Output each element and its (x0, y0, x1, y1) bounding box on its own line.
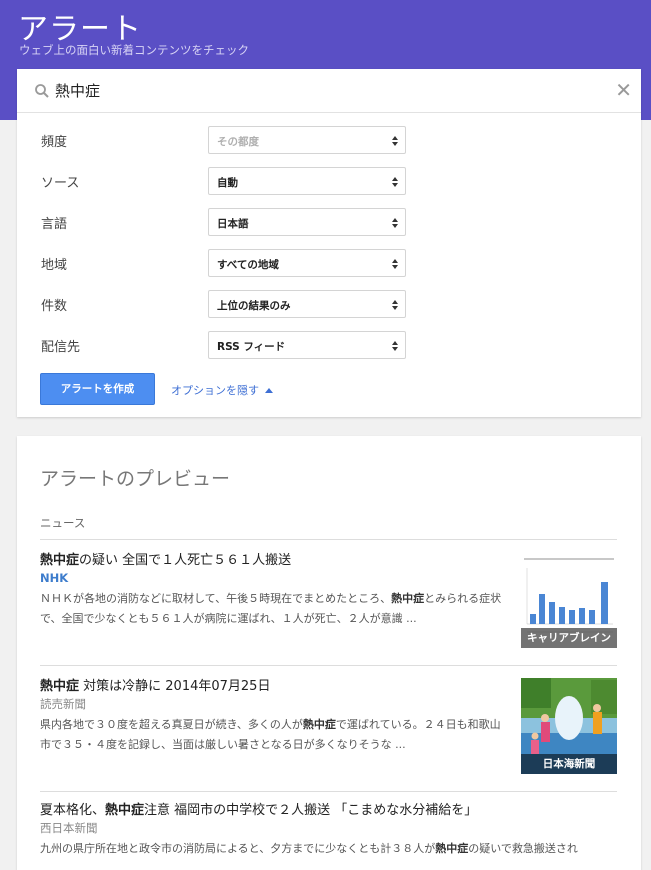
alert-settings-card: 熱中症 ✕ 頻度 その都度 ソース 自動 言語 日本語 地域 すべての地域 件数 (17, 69, 641, 417)
headline-text: 夏本格化、 (40, 803, 106, 818)
alert-preview-card: アラートのプレビュー ニュース 熱中症の疑い 全国で１人死亡５６１人搬送 NHK… (17, 436, 641, 870)
thumbnail-caption: キャリアブレイン (521, 628, 617, 648)
select-arrows-icon (392, 300, 398, 310)
app-subtitle: ウェブ上の面白い新着コンテンツをチェック (19, 43, 249, 57)
sources-label: ソース (41, 176, 80, 191)
close-icon[interactable]: ✕ (615, 78, 632, 102)
headline-keyword: 熱中症 (40, 679, 80, 694)
search-input[interactable]: 熱中症 (55, 80, 100, 101)
hide-options-label: オプションを隠す (171, 384, 259, 397)
news-snippet: 九州の県庁所在地と政令市の消防局によると、夕方までに少なくとも計３８人が熱中症の… (40, 839, 610, 859)
select-arrows-icon (392, 218, 398, 228)
frequency-value: その都度 (217, 136, 259, 148)
headline-text: の疑い 全国で１人死亡５６１人搬送 (79, 553, 292, 568)
language-select[interactable]: 日本語 (208, 208, 406, 236)
caret-up-icon (265, 388, 273, 393)
select-arrows-icon (392, 177, 398, 187)
news-item: 夏本格化、熱中症注意 福岡市の中学校で２人搬送 「こまめな水分補給を」 西日本新… (40, 802, 617, 859)
divider (40, 539, 617, 540)
snippet-text: 九州の県庁所在地と政令市の消防局によると、夕方までに少なくとも計３８人が (40, 842, 436, 855)
option-region: 地域 すべての地域 (17, 249, 641, 277)
count-select[interactable]: 上位の結果のみ (208, 290, 406, 318)
news-source: 西日本新聞 (40, 821, 98, 835)
option-frequency: 頻度 その都度 (17, 126, 641, 154)
select-arrows-icon (392, 341, 398, 351)
option-sources: ソース 自動 (17, 167, 641, 195)
count-label: 件数 (41, 299, 68, 314)
headline-keyword: 熱中症 (105, 803, 145, 818)
news-thumbnail[interactable]: 日本海新聞 (521, 678, 617, 774)
option-count: 件数 上位の結果のみ (17, 290, 641, 318)
option-deliver: 配信先 RSS フィード (17, 331, 641, 359)
search-icon (35, 84, 49, 98)
region-select[interactable]: すべての地域 (208, 249, 406, 277)
snippet-keyword: 熱中症 (435, 842, 469, 855)
preview-title: アラートのプレビュー (40, 468, 231, 490)
hide-options-link[interactable]: オプションを隠す (171, 382, 273, 398)
headline-text: 対策は冷静に 2014年07月25日 (79, 679, 271, 694)
count-value: 上位の結果のみ (217, 300, 291, 312)
option-language: 言語 日本語 (17, 208, 641, 236)
headline-keyword: 熱中症 (40, 553, 80, 568)
snippet-text: の疑いで救急搬送され (468, 842, 578, 855)
deliver-select[interactable]: RSS フィード (208, 331, 406, 359)
deliver-label: 配信先 (41, 340, 81, 355)
sources-select[interactable]: 自動 (208, 167, 406, 195)
snippet-text: ＮＨＫが各地の消防などに取材して、午後５時現在でまとめたところ、 (40, 592, 392, 605)
frequency-label: 頻度 (41, 135, 68, 150)
create-alert-button[interactable]: アラートを作成 (40, 373, 155, 405)
select-arrows-icon (392, 136, 398, 146)
news-thumbnail[interactable]: キャリアブレイン (521, 552, 617, 648)
snippet-keyword: 熱中症 (391, 592, 425, 605)
section-news-label: ニュース (40, 516, 86, 530)
snippet-keyword: 熱中症 (302, 718, 336, 731)
frequency-select[interactable]: その都度 (208, 126, 406, 154)
thumbnail-caption: 日本海新聞 (521, 754, 617, 774)
region-value: すべての地域 (217, 259, 279, 271)
select-arrows-icon (392, 259, 398, 269)
news-headline[interactable]: 夏本格化、熱中症注意 福岡市の中学校で２人搬送 「こまめな水分補給を」 (40, 802, 617, 820)
news-snippet: 県内各地で３０度を超える真夏日が続き、多くの人が熱中症で運ばれている。２４日も和… (40, 715, 510, 755)
search-bar[interactable]: 熱中症 ✕ (17, 69, 641, 113)
region-label: 地域 (41, 258, 68, 273)
sources-value: 自動 (217, 177, 238, 189)
divider (40, 791, 617, 792)
news-snippet: ＮＨＫが各地の消防などに取材して、午後５時現在でまとめたところ、熱中症とみられる… (40, 589, 510, 629)
snippet-text: 県内各地で３０度を超える真夏日が続き、多くの人が (40, 718, 303, 731)
divider (40, 665, 617, 666)
language-value: 日本語 (217, 218, 249, 230)
headline-text: 注意 福岡市の中学校で２人搬送 「こまめな水分補給を」 (144, 803, 478, 818)
deliver-value: RSS フィード (217, 341, 286, 353)
language-label: 言語 (41, 217, 68, 232)
